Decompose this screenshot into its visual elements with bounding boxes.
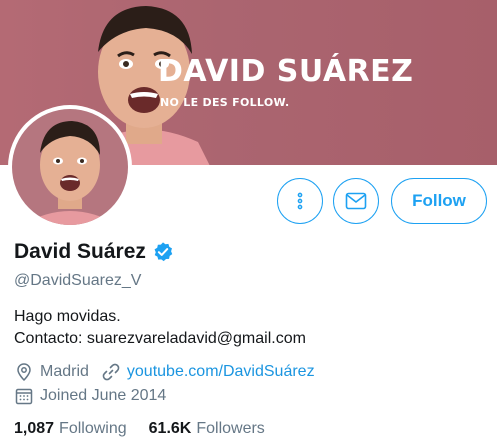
- followers-stat[interactable]: 61.6K Followers: [149, 420, 265, 438]
- bio-line: Hago movidas.: [14, 308, 121, 325]
- location-text: Madrid: [40, 363, 89, 380]
- following-stat[interactable]: 1,087 Following: [14, 420, 127, 438]
- following-label: Following: [59, 420, 127, 437]
- user-handle: @DavidSuarez_V: [14, 272, 142, 289]
- link-icon: [102, 363, 120, 381]
- follow-button[interactable]: Follow: [391, 178, 487, 224]
- profile-meta-joined: Joined June 2014: [14, 386, 166, 406]
- follow-stats: 1,087 Following 61.6K Followers: [14, 420, 265, 438]
- avatar[interactable]: [8, 105, 132, 229]
- following-count: 1,087: [14, 420, 55, 437]
- joined-date: Joined June 2014: [40, 387, 167, 404]
- profile-name-row: David Suárez: [14, 240, 174, 264]
- bio-contact-line: Contacto: suarezvareladavid@gmail.com: [14, 330, 306, 347]
- website-link[interactable]: youtube.com/DavidSuárez: [127, 363, 315, 381]
- more-vertical-icon: [297, 192, 303, 210]
- message-button[interactable]: [333, 178, 379, 224]
- display-name: David Suárez: [14, 240, 146, 263]
- profile-bio: Hago movidas. Contacto: suarezvareladavi…: [14, 306, 306, 350]
- banner-title: DAVID SUÁREZ: [158, 54, 414, 89]
- location-pin-icon: [17, 363, 31, 382]
- verified-badge-icon: [154, 242, 173, 262]
- more-options-button[interactable]: [277, 178, 323, 224]
- avatar-image: [12, 109, 128, 225]
- banner-subtitle: NO LE DES FOLLOW.: [160, 96, 290, 109]
- profile-meta-location-website: Madrid youtube.com/DavidSuárez: [14, 362, 315, 382]
- envelope-icon: [345, 192, 367, 210]
- followers-label: Followers: [196, 420, 265, 437]
- calendar-icon: [15, 388, 33, 405]
- followers-count: 61.6K: [148, 420, 192, 437]
